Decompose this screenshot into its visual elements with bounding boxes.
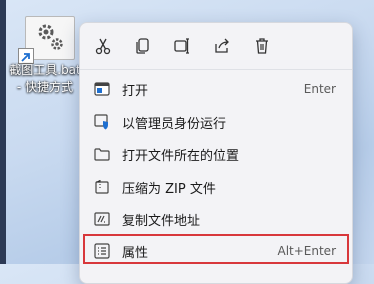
- menu-item-shortcut: Alt+Enter: [277, 244, 336, 258]
- menu-item-label: 压缩为 ZIP 文件: [122, 181, 216, 197]
- rename-icon[interactable]: [169, 33, 195, 59]
- open-icon: [94, 81, 110, 97]
- copy-path-icon: [94, 211, 110, 227]
- menu-item-copy-path[interactable]: 复制文件地址: [86, 204, 346, 234]
- menu-item-shortcut: Enter: [303, 82, 336, 96]
- menu-item-label: 打开: [122, 83, 149, 99]
- cut-icon[interactable]: [90, 33, 116, 59]
- copy-icon[interactable]: [130, 33, 156, 59]
- menu-item-open-file-location[interactable]: 打开文件所在的位置: [86, 139, 346, 169]
- menu-item-label: 复制文件地址: [122, 213, 201, 229]
- menu-item-run-as-admin[interactable]: 以管理员身份运行: [86, 107, 346, 137]
- folder-icon: [94, 146, 110, 162]
- properties-icon: [94, 243, 110, 259]
- left-edge-strip: [0, 0, 6, 264]
- desktop-shortcut[interactable]: 截图工具.bat - 快捷方式: [9, 10, 81, 100]
- menu-item-properties[interactable]: 属性 Alt+Enter: [86, 236, 346, 266]
- menu-item-open[interactable]: 打开 Enter: [86, 74, 346, 104]
- delete-icon[interactable]: [249, 33, 275, 59]
- menu-item-label: 以管理员身份运行: [122, 116, 227, 132]
- context-menu: 打开 Enter 以管理员身份运行 打开文件所在的位置 压缩为 ZIP 文件 复…: [79, 22, 353, 284]
- zip-icon: [94, 179, 110, 195]
- menu-separator: [80, 69, 352, 70]
- menu-item-label: 打开文件所在的位置: [122, 148, 240, 164]
- quick-actions-bar: [80, 31, 352, 61]
- shield-icon: [94, 114, 110, 130]
- share-icon[interactable]: [209, 33, 235, 59]
- shortcut-label: 截图工具.bat - 快捷方式: [9, 63, 81, 94]
- menu-item-label: 属性: [122, 245, 149, 261]
- menu-item-compress-zip[interactable]: 压缩为 ZIP 文件: [86, 172, 346, 202]
